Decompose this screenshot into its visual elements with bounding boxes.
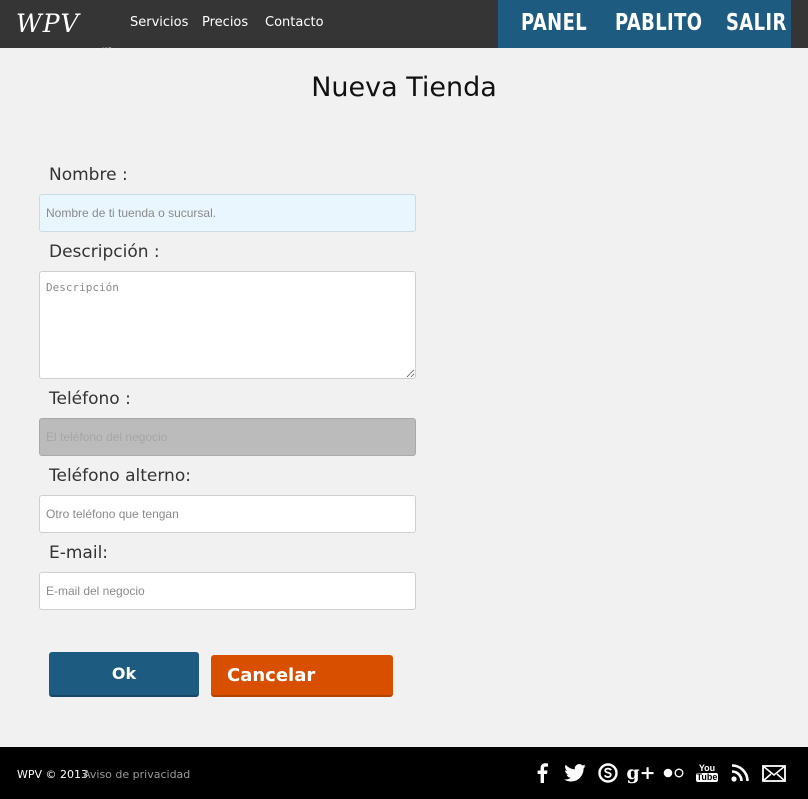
footer: WPV © 2013 Aviso de privacidad g+ You Tu… bbox=[0, 747, 808, 799]
cancel-button[interactable]: Cancelar bbox=[211, 655, 393, 697]
google-plus-icon[interactable]: g+ bbox=[626, 760, 656, 786]
logout-link[interactable]: SALIR bbox=[726, 9, 787, 37]
email-icon[interactable] bbox=[761, 760, 787, 786]
nav-link-servicios[interactable]: Servicios bbox=[130, 15, 188, 31]
ok-button[interactable]: Ok bbox=[49, 652, 199, 697]
youtube-icon[interactable]: You Tube bbox=[695, 760, 719, 786]
telefono-alterno-label: Teléfono alterno: bbox=[49, 466, 191, 486]
email-label: E-mail: bbox=[49, 543, 109, 563]
skype-icon[interactable] bbox=[596, 760, 620, 786]
telefono-alterno-input[interactable] bbox=[39, 495, 416, 533]
google-plus-glyph: g+ bbox=[626, 762, 656, 784]
youtube-tube-text: Tube bbox=[695, 772, 719, 782]
logo-subtext: ᴬᴰᴹ bbox=[102, 47, 113, 53]
flickr-icon[interactable] bbox=[662, 760, 686, 786]
nav-link-contacto[interactable]: Contacto bbox=[265, 15, 324, 31]
top-navbar: WPV ᴬᴰᴹ Servicios Precios Contacto PANEL… bbox=[0, 0, 808, 53]
descripcion-textarea[interactable] bbox=[39, 271, 416, 379]
facebook-icon[interactable] bbox=[530, 760, 554, 786]
email-input[interactable] bbox=[39, 572, 416, 610]
panel-link[interactable]: PANEL bbox=[521, 9, 587, 37]
nombre-input[interactable] bbox=[39, 194, 416, 232]
telefono-label: Teléfono : bbox=[49, 389, 131, 409]
descripcion-label: Descripción : bbox=[49, 242, 160, 262]
logo[interactable]: WPV ᴬᴰᴹ bbox=[16, 8, 111, 53]
user-link[interactable]: PABLITO bbox=[615, 9, 702, 37]
copyright-text: WPV © 2013 bbox=[17, 768, 89, 781]
privacy-link[interactable]: Aviso de privacidad bbox=[83, 768, 190, 782]
nav-link-precios[interactable]: Precios bbox=[202, 15, 248, 31]
telefono-input[interactable] bbox=[39, 418, 416, 456]
twitter-icon[interactable] bbox=[563, 760, 587, 786]
page-title: Nueva Tienda bbox=[311, 72, 497, 103]
account-bar: PANEL PABLITO SALIR bbox=[498, 0, 791, 48]
rss-icon[interactable] bbox=[728, 760, 752, 786]
logo-text: WPV bbox=[16, 9, 80, 38]
nombre-label: Nombre : bbox=[49, 165, 128, 185]
